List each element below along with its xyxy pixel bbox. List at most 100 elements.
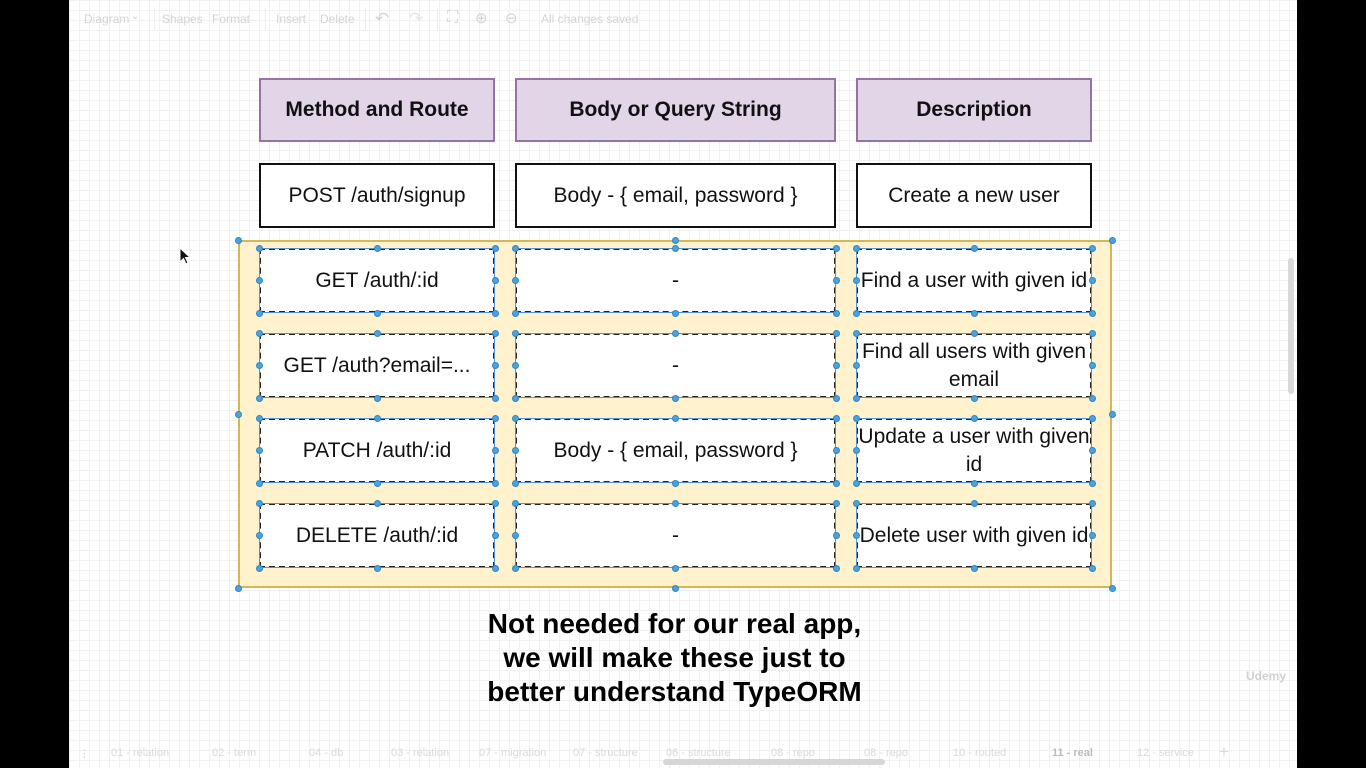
shapes-button[interactable]: Shapes — [162, 12, 203, 26]
resize-handle[interactable] — [511, 244, 519, 252]
delete-button[interactable]: Delete — [320, 12, 355, 26]
body-cell[interactable]: Body - { email, password } — [515, 418, 836, 483]
body-cell[interactable]: - — [515, 248, 836, 313]
resize-handle[interactable] — [970, 394, 978, 402]
resize-handle[interactable] — [852, 277, 860, 284]
header-body-query[interactable]: Body or Query String — [515, 78, 836, 142]
resize-handle[interactable] — [491, 309, 499, 317]
resize-handle[interactable] — [852, 414, 860, 422]
resize-handle[interactable] — [511, 362, 519, 369]
zoom-out-icon[interactable]: ⊖ — [505, 9, 518, 27]
resize-handle[interactable] — [832, 414, 840, 422]
diagram-menu[interactable]: Diagram — [84, 12, 129, 26]
resize-handle[interactable] — [1088, 394, 1096, 402]
page-tab[interactable]: 01 - relation — [111, 747, 169, 759]
resize-handle[interactable] — [255, 309, 263, 317]
page-tab[interactable]: 12 - service — [1137, 747, 1194, 759]
resize-handle[interactable] — [1088, 447, 1096, 454]
header-description[interactable]: Description — [856, 78, 1092, 142]
resize-handle[interactable] — [1088, 329, 1096, 337]
resize-handle[interactable] — [970, 244, 978, 252]
resize-handle[interactable] — [511, 414, 519, 422]
resize-handle[interactable] — [672, 394, 679, 402]
diagram-canvas[interactable]: Diagram ⌄ Shapes Format Insert Delete ↶ … — [69, 0, 1297, 768]
resize-handle[interactable] — [970, 414, 978, 422]
resize-handle[interactable] — [852, 447, 860, 454]
resize-handle[interactable] — [1108, 584, 1116, 592]
resize-handle[interactable] — [234, 410, 242, 418]
resize-handle[interactable] — [852, 244, 860, 252]
description-cell[interactable]: Find all users with given email — [856, 333, 1092, 398]
resize-handle[interactable] — [832, 447, 840, 454]
resize-handle[interactable] — [234, 584, 242, 592]
resize-handle[interactable] — [255, 499, 263, 507]
resize-handle[interactable] — [491, 532, 499, 539]
resize-handle[interactable] — [832, 329, 840, 337]
resize-handle[interactable] — [511, 479, 519, 487]
resize-handle[interactable] — [511, 329, 519, 337]
resize-handle[interactable] — [511, 499, 519, 507]
resize-handle[interactable] — [1108, 236, 1116, 244]
resize-handle[interactable] — [491, 564, 499, 572]
resize-handle[interactable] — [671, 584, 679, 592]
resize-handle[interactable] — [852, 309, 860, 317]
description-cell[interactable]: Delete user with given id — [856, 503, 1092, 568]
route-cell[interactable]: DELETE /auth/:id — [259, 503, 495, 568]
resize-handle[interactable] — [832, 277, 840, 284]
description-cell[interactable]: Update a user with given id — [856, 418, 1092, 483]
resize-handle[interactable] — [373, 564, 381, 572]
insert-button[interactable]: Insert — [276, 12, 306, 26]
resize-handle[interactable] — [255, 532, 263, 539]
resize-handle[interactable] — [511, 277, 519, 284]
resize-handle[interactable] — [373, 414, 381, 422]
description-cell[interactable]: Create a new user — [856, 163, 1092, 228]
resize-handle[interactable] — [1088, 564, 1096, 572]
resize-handle[interactable] — [852, 394, 860, 402]
resize-handle[interactable] — [672, 309, 679, 317]
resize-handle[interactable] — [970, 499, 978, 507]
resize-handle[interactable] — [511, 564, 519, 572]
resize-handle[interactable] — [491, 277, 499, 284]
resize-handle[interactable] — [491, 479, 499, 487]
resize-handle[interactable] — [672, 479, 679, 487]
resize-handle[interactable] — [511, 532, 519, 539]
resize-handle[interactable] — [1088, 414, 1096, 422]
redo-icon[interactable]: ↷ — [409, 9, 423, 29]
resize-handle[interactable] — [672, 499, 679, 507]
resize-handle[interactable] — [1088, 479, 1096, 487]
resize-handle[interactable] — [255, 479, 263, 487]
resize-handle[interactable] — [832, 394, 840, 402]
resize-handle[interactable] — [832, 564, 840, 572]
header-method-route[interactable]: Method and Route — [259, 78, 495, 142]
resize-handle[interactable] — [491, 329, 499, 337]
add-page-icon[interactable]: + — [1219, 742, 1229, 762]
resize-handle[interactable] — [970, 564, 978, 572]
resize-handle[interactable] — [491, 414, 499, 422]
resize-handle[interactable] — [255, 277, 263, 284]
resize-handle[interactable] — [255, 414, 263, 422]
route-cell[interactable]: GET /auth/:id — [259, 248, 495, 313]
resize-handle[interactable] — [671, 236, 679, 244]
resize-handle[interactable] — [852, 532, 860, 539]
resize-handle[interactable] — [511, 447, 519, 454]
resize-handle[interactable] — [373, 479, 381, 487]
resize-handle[interactable] — [1088, 532, 1096, 539]
page-tab[interactable]: 02 - term — [212, 747, 256, 759]
resize-handle[interactable] — [255, 564, 263, 572]
resize-handle[interactable] — [373, 499, 381, 507]
resize-handle[interactable] — [373, 309, 381, 317]
resize-handle[interactable] — [511, 394, 519, 402]
resize-handle[interactable] — [852, 362, 860, 369]
resize-handle[interactable] — [970, 329, 978, 337]
horizontal-scrollbar[interactable] — [663, 759, 885, 765]
resize-handle[interactable] — [255, 447, 263, 454]
resize-handle[interactable] — [970, 309, 978, 317]
resize-handle[interactable] — [255, 329, 263, 337]
resize-handle[interactable] — [852, 329, 860, 337]
resize-handle[interactable] — [255, 244, 263, 252]
resize-handle[interactable] — [255, 394, 263, 402]
resize-handle[interactable] — [491, 244, 499, 252]
resize-handle[interactable] — [832, 244, 840, 252]
resize-handle[interactable] — [1088, 309, 1096, 317]
resize-handle[interactable] — [832, 362, 840, 369]
